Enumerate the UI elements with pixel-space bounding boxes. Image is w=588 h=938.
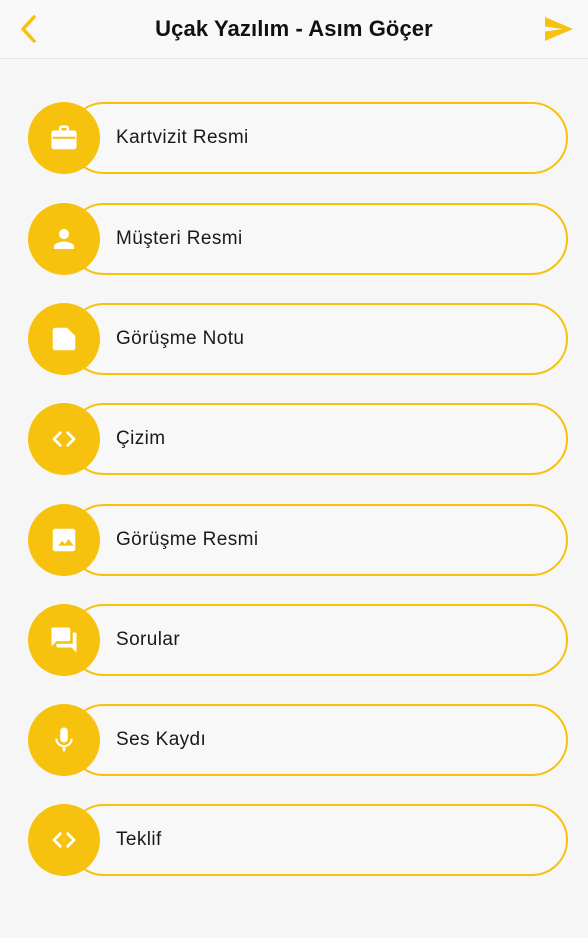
forum-icon (51, 627, 77, 653)
send-button[interactable] (530, 0, 588, 58)
microphone-icon (55, 727, 73, 752)
send-icon (545, 17, 573, 41)
page-title: Uçak Yazılım - Asım Göçer (155, 16, 433, 41)
menu-item-icon-circle (28, 102, 100, 174)
menu-item-label: Kartvizit Resmi (116, 127, 249, 148)
menu-item-icon-circle (28, 604, 100, 676)
menu-item-icon-circle (28, 203, 100, 275)
menu-item-icon-circle (28, 403, 100, 475)
menu-item-gorusme-notu[interactable]: Görüşme Notu (28, 303, 568, 375)
menu-item-icon-circle (28, 504, 100, 576)
code-icon (52, 832, 76, 848)
chevron-left-icon (21, 15, 36, 43)
person-icon (54, 229, 74, 249)
menu-item-icon-circle (28, 704, 100, 776)
menu-item-label: Görüşme Resmi (116, 529, 259, 550)
back-button[interactable] (0, 0, 58, 58)
menu-item-ses-kaydi[interactable]: Ses Kaydı (28, 704, 568, 776)
menu-item-label: Çizim (116, 428, 166, 449)
menu-item-label: Ses Kaydı (116, 729, 207, 750)
menu-item-gorusme-resmi[interactable]: Görüşme Resmi (28, 504, 568, 576)
menu-item-icon-circle (28, 804, 100, 876)
menu-item-label: Sorular (116, 629, 181, 650)
note-icon (52, 327, 76, 351)
menu-item-cizim[interactable]: Çizim (28, 403, 568, 475)
image-icon (52, 528, 76, 552)
navigation-bar: Uçak Yazılım - Asım Göçer (0, 0, 588, 59)
menu-item-label: Müşteri Resmi (116, 228, 243, 249)
menu-item-sorular[interactable]: Sorular (28, 604, 568, 676)
menu-item-musteri-resmi[interactable]: Müşteri Resmi (28, 203, 568, 275)
briefcase-icon (51, 125, 77, 150)
menu-item-icon-circle (28, 303, 100, 375)
menu-item-kartvizit-resmi[interactable]: Kartvizit Resmi (28, 102, 568, 174)
menu-item-label: Teklif (116, 829, 162, 850)
menu-item-teklif[interactable]: Teklif (28, 804, 568, 876)
code-icon (52, 431, 76, 447)
menu-item-label: Görüşme Notu (116, 328, 245, 349)
